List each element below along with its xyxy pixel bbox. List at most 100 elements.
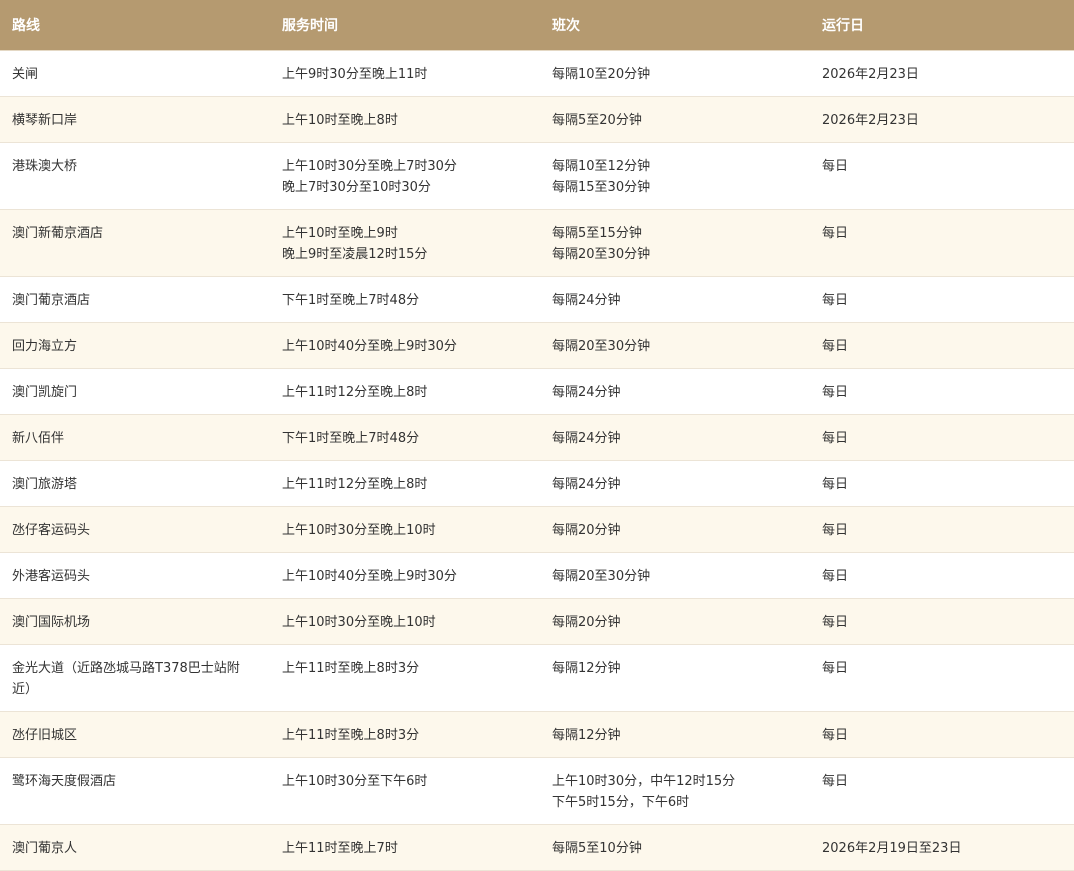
route-cell: 新八佰伴: [0, 414, 270, 461]
route-cell: 回力海立方: [0, 322, 270, 369]
route-name: 横琴新口岸: [12, 112, 78, 128]
frequency-text: 每隔24分钟: [552, 384, 621, 400]
table-row: 氹仔旧城区 上午11时至晚上8时3分 每隔12分钟 每日: [0, 711, 1074, 758]
frequency-cell: 每隔24分钟: [540, 276, 810, 323]
frequency-text: 每隔20至30分钟: [552, 568, 651, 584]
route-name: 港珠澳大桥: [12, 158, 78, 174]
route-cell: 澳门凯旋门: [0, 368, 270, 415]
service-hours-cell: 下午1时至晚上7时48分: [270, 414, 540, 461]
route-cell: 澳门葡京酒店: [0, 276, 270, 323]
route-name: 澳门葡京酒店: [12, 292, 91, 308]
service-hours-cell: 上午9时30分至晚上11时: [270, 50, 540, 97]
table-row: 关闸 上午9时30分至晚上11时 每隔10至20分钟 2026年2月23日: [0, 50, 1074, 97]
frequency-cell: 每隔10至20分钟: [540, 50, 810, 97]
operating-days-cell: 每日: [810, 209, 1074, 277]
operating-days-cell: 2026年2月23日: [810, 96, 1074, 143]
operating-days-cell: 每日: [810, 757, 1074, 825]
frequency-cell: 每隔12分钟: [540, 644, 810, 712]
service-hours-text: 上午11时至晚上8时3分: [282, 727, 420, 743]
frequency-text: 每隔15至30分钟: [552, 179, 651, 195]
frequency-text: 下午5时15分，下午6时: [552, 794, 690, 810]
operating-days-cell: 每日: [810, 644, 1074, 712]
column-header-operating-days: 运行日: [810, 0, 1074, 51]
route-cell: 澳门国际机场: [0, 598, 270, 645]
operating-days-cell: 每日: [810, 276, 1074, 323]
service-hours-cell: 上午11时12分至晚上8时: [270, 460, 540, 507]
table-row: 新八佰伴 下午1时至晚上7时48分 每隔24分钟 每日: [0, 414, 1074, 461]
route-name: 新八佰伴: [12, 430, 65, 446]
route-name: 澳门新葡京酒店: [12, 225, 104, 241]
frequency-cell: 每隔24分钟: [540, 414, 810, 461]
frequency-text: 每隔24分钟: [552, 292, 621, 308]
table-row: 回力海立方 上午10时40分至晚上9时30分 每隔20至30分钟 每日: [0, 322, 1074, 369]
service-hours-text: 上午10时30分至下午6时: [282, 773, 428, 789]
route-cell: 氹仔客运码头: [0, 506, 270, 553]
route-name: 澳门国际机场: [12, 614, 91, 630]
service-hours-text: 晚上9时至凌晨12时15分: [282, 246, 428, 262]
route-cell: 关闸: [0, 50, 270, 97]
operating-days-cell: 每日: [810, 142, 1074, 210]
frequency-text: 每隔10至20分钟: [552, 66, 651, 82]
service-hours-text: 上午10时40分至晚上9时30分: [282, 568, 457, 584]
frequency-cell: 每隔5至20分钟: [540, 96, 810, 143]
route-name: 回力海立方: [12, 338, 78, 354]
route-name: 澳门旅游塔: [12, 476, 78, 492]
route-name: 氹仔旧城区: [12, 727, 78, 743]
frequency-cell: 每隔20分钟: [540, 598, 810, 645]
table-row: 横琴新口岸 上午10时至晚上8时 每隔5至20分钟 2026年2月23日: [0, 96, 1074, 143]
frequency-text: 每隔12分钟: [552, 660, 621, 676]
frequency-cell: 每隔12分钟: [540, 711, 810, 758]
route-cell: 澳门新葡京酒店: [0, 209, 270, 277]
frequency-text: 上午10时30分，中午12时15分: [552, 773, 736, 789]
route-name: 金光大道（近路氹城马路T378巴士站附近）: [12, 660, 240, 697]
route-cell: 澳门旅游塔: [0, 460, 270, 507]
table-row: 澳门国际机场 上午10时30分至晚上10时 每隔20分钟 每日: [0, 598, 1074, 645]
column-header-frequency: 班次: [540, 0, 810, 51]
table-row: 氹仔客运码头 上午10时30分至晚上10时 每隔20分钟 每日: [0, 506, 1074, 553]
service-hours-text: 下午1时至晚上7时48分: [282, 430, 420, 446]
service-hours-cell: 上午10时30分至晚上10时: [270, 506, 540, 553]
table-row: 澳门凯旋门 上午11时12分至晚上8时 每隔24分钟 每日: [0, 368, 1074, 415]
service-hours-cell: 上午10时至晚上8时: [270, 96, 540, 143]
route-name: 鹭环海天度假酒店: [12, 773, 117, 789]
service-hours-cell: 上午10时30分至晚上10时: [270, 598, 540, 645]
service-hours-text: 下午1时至晚上7时48分: [282, 292, 420, 308]
service-hours-text: 上午10时40分至晚上9时30分: [282, 338, 457, 354]
service-hours-text: 上午11时12分至晚上8时: [282, 476, 428, 492]
operating-days-cell: 每日: [810, 506, 1074, 553]
column-header-route: 路线: [0, 0, 270, 51]
frequency-text: 每隔5至20分钟: [552, 112, 642, 128]
frequency-cell: 每隔5至15分钟 每隔20至30分钟: [540, 209, 810, 277]
route-name: 外港客运码头: [12, 568, 91, 584]
frequency-text: 每隔24分钟: [552, 476, 621, 492]
service-hours-cell: 上午10时至晚上9时 晚上9时至凌晨12时15分: [270, 209, 540, 277]
frequency-text: 每隔5至15分钟: [552, 225, 642, 241]
service-hours-cell: 下午1时至晚上7时48分: [270, 276, 540, 323]
service-hours-text: 上午10时至晚上8时: [282, 112, 398, 128]
operating-days-cell: 每日: [810, 598, 1074, 645]
frequency-text: 每隔20至30分钟: [552, 338, 651, 354]
service-hours-cell: 上午11时12分至晚上8时: [270, 368, 540, 415]
service-hours-text: 上午10时30分至晚上10时: [282, 522, 436, 538]
operating-days-cell: 2026年2月23日: [810, 50, 1074, 97]
service-hours-text: 上午10时30分至晚上7时30分: [282, 158, 457, 174]
service-hours-text: 上午10时30分至晚上10时: [282, 614, 436, 630]
shuttle-schedule-table: 路线 服务时间 班次 运行日 关闸 上午9时30分至晚上11时 每隔10至20分钟 2…: [0, 0, 1074, 871]
frequency-text: 每隔20分钟: [552, 522, 621, 538]
header-row: 路线 服务时间 班次 运行日: [0, 0, 1074, 51]
frequency-cell: 每隔20至30分钟: [540, 322, 810, 369]
operating-days-cell: 每日: [810, 368, 1074, 415]
service-hours-cell: 上午10时40分至晚上9时30分: [270, 322, 540, 369]
service-hours-text: 晚上7时30分至10时30分: [282, 179, 431, 195]
column-header-service-hours: 服务时间: [270, 0, 540, 51]
operating-days-cell: 每日: [810, 711, 1074, 758]
operating-days-cell: 2026年2月19日至23日: [810, 824, 1074, 871]
route-name: 澳门葡京人: [12, 840, 78, 856]
service-hours-text: 上午11时12分至晚上8时: [282, 384, 428, 400]
table-row: 澳门葡京酒店 下午1时至晚上7时48分 每隔24分钟 每日: [0, 276, 1074, 323]
frequency-text: 每隔20分钟: [552, 614, 621, 630]
table-row: 澳门葡京人 上午11时至晚上7时 每隔5至10分钟 2026年2月19日至23日: [0, 824, 1074, 871]
route-cell: 港珠澳大桥: [0, 142, 270, 210]
frequency-cell: 每隔20分钟: [540, 506, 810, 553]
table-row: 外港客运码头 上午10时40分至晚上9时30分 每隔20至30分钟 每日: [0, 552, 1074, 599]
